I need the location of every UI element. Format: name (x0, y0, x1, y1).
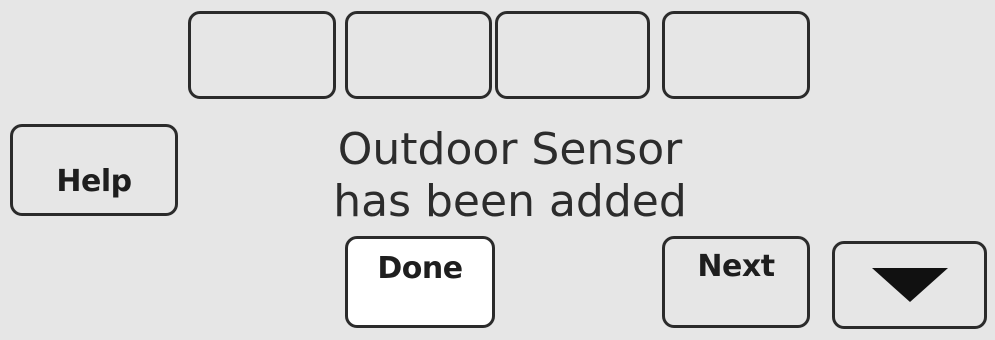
help-button[interactable]: Help (10, 124, 178, 216)
thermostat-screen: Help Outdoor Sensor has been added Done … (0, 0, 995, 340)
top-button-4[interactable] (662, 11, 810, 99)
next-button-label: Next (697, 249, 775, 284)
done-button-label: Done (377, 251, 463, 286)
status-message: Outdoor Sensor has been added (300, 124, 720, 228)
top-button-3[interactable] (495, 11, 650, 99)
down-arrow-icon (871, 268, 948, 302)
top-button-2[interactable] (345, 11, 492, 99)
status-message-line-1: Outdoor Sensor (337, 124, 683, 175)
next-button[interactable]: Next (662, 236, 810, 328)
status-message-line-2: has been added (333, 176, 687, 227)
scroll-down-button[interactable] (832, 241, 987, 329)
help-button-label: Help (56, 163, 132, 199)
top-button-1[interactable] (188, 11, 336, 99)
done-button[interactable]: Done (345, 236, 495, 328)
